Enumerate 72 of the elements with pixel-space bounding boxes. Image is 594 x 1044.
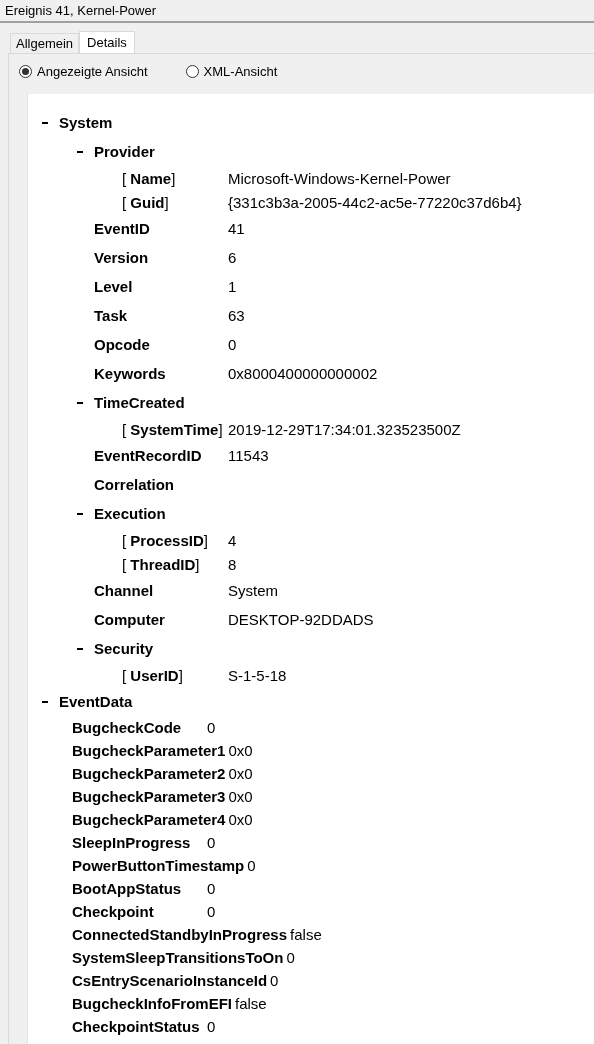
attribute-name: [ ThreadID] (122, 555, 200, 573)
data-value: 0x0 (228, 811, 253, 828)
field-name: Correlation (94, 476, 175, 493)
data-value: 0x0 (228, 765, 253, 782)
node-name: EventData (59, 693, 133, 710)
field-value: 1 (228, 278, 237, 295)
data-name: BugcheckParameter4 (72, 811, 227, 828)
field-name: Keywords (94, 365, 167, 382)
data-name: SleepInProgress (72, 834, 192, 851)
data-name: Checkpoint (72, 903, 155, 920)
node-name: Provider (94, 143, 155, 160)
data-name: PowerButtonTimestamp (72, 857, 246, 874)
data-name: BugcheckParameter2 (72, 765, 227, 782)
node-name: Security (94, 640, 154, 657)
data-value: false (290, 926, 322, 943)
attribute-value: 8 (228, 555, 237, 573)
field-name: EventRecordID (94, 447, 203, 464)
tab[interactable]: Details (79, 31, 135, 53)
field-name: Task (94, 307, 129, 324)
data-value: 0x0 (228, 742, 253, 759)
data-value: 0 (286, 949, 295, 966)
window-title: Ereignis 41, Kernel-Power (0, 0, 594, 23)
field-name: Opcode (94, 336, 151, 353)
data-value: 0 (207, 903, 216, 920)
field-value: System (228, 582, 278, 599)
data-name: CheckpointStatus (72, 1018, 201, 1035)
data-value: 0 (207, 834, 216, 851)
data-name: BugcheckInfoFromEFI (72, 995, 233, 1012)
attribute-name: [ Guid] (122, 193, 169, 211)
attribute-name: [ UserID] (122, 666, 183, 684)
data-name: BugcheckCode (72, 719, 183, 736)
radio-option[interactable]: Angezeigte Ansicht (19, 64, 148, 94)
field-name: Channel (94, 582, 155, 599)
radio-button[interactable] (185, 65, 199, 78)
data-value: 0 (207, 880, 216, 897)
data-value: 0x0 (228, 788, 253, 805)
tab[interactable]: Allgemein (10, 33, 80, 53)
attribute-value: {331c3b3a-2005-44c2-ac5e-77220c37d6b4} (228, 193, 522, 211)
field-value: DESKTOP-92DDADS (228, 611, 374, 628)
data-name: BootAppStatus (72, 880, 183, 897)
node-name: TimeCreated (94, 394, 185, 411)
field-name: EventID (94, 220, 151, 237)
field-value: 0x8000400000000002 (228, 365, 378, 382)
attribute-value: S-1-5-18 (228, 666, 287, 684)
data-value: false (235, 995, 267, 1012)
data-name: SystemSleepTransitionsToOn (72, 949, 285, 966)
attribute-value: Microsoft-Windows-Kernel-Power (228, 169, 451, 187)
node-name: System (59, 114, 113, 131)
data-value: 0 (207, 1018, 216, 1035)
field-name: Level (94, 278, 134, 295)
attribute-value: 2019-12-29T17:34:01.323523500Z (228, 420, 461, 438)
radio-option[interactable]: XML-Ansicht (185, 64, 278, 94)
field-value: 41 (228, 220, 245, 237)
radio-button[interactable] (19, 65, 32, 78)
attribute-value: 4 (228, 531, 237, 549)
data-value: 0 (247, 857, 256, 874)
field-name: Version (94, 249, 150, 266)
data-name: CsEntryScenarioInstanceId (72, 972, 269, 989)
field-value: 0 (228, 336, 237, 353)
data-name: BugcheckParameter3 (72, 788, 227, 805)
field-value: 11543 (228, 447, 269, 464)
field-value: 6 (228, 249, 237, 266)
attribute-name: [ SystemTime] (122, 420, 223, 438)
attribute-name: [ Name] (122, 169, 176, 187)
attribute-name: [ ProcessID] (122, 531, 208, 549)
data-value: 0 (207, 719, 216, 736)
data-value: 0 (270, 972, 279, 989)
field-name: Computer (94, 611, 166, 628)
node-name: Execution (94, 505, 166, 522)
field-value: 63 (228, 307, 245, 324)
data-name: ConnectedStandbyInProgress (72, 926, 289, 943)
data-name: BugcheckParameter1 (72, 742, 227, 759)
